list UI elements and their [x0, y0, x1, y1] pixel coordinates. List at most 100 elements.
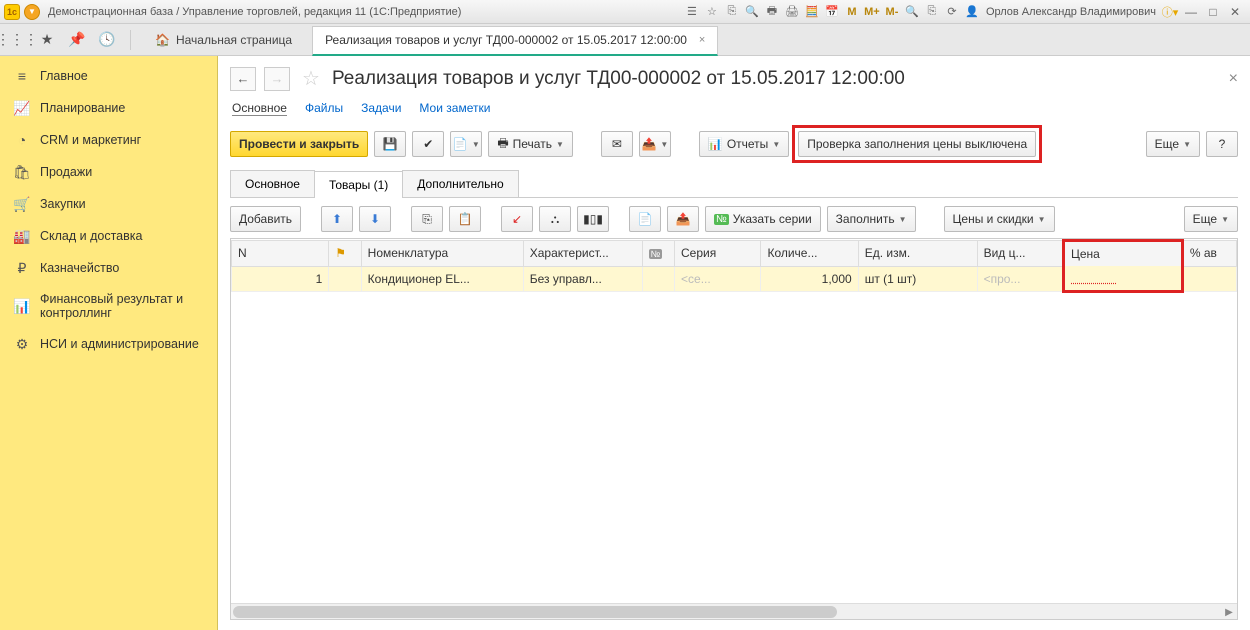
cell-nomenclature[interactable]: Кондиционер EL...	[361, 266, 523, 292]
sidebar-item-purchasing[interactable]: 🛒Закупки	[0, 188, 217, 220]
history-icon[interactable]: 🕓	[96, 29, 118, 51]
sidebar-item-planning[interactable]: 📈Планирование	[0, 92, 217, 124]
tab-extra[interactable]: Дополнительно	[402, 170, 518, 197]
window-title: Демонстрационная база / Управление торго…	[48, 6, 461, 18]
subtab-tasks[interactable]: Задачи	[361, 101, 401, 116]
create-based-button[interactable]: 📄▼	[450, 131, 482, 157]
sidebar-item-main[interactable]: ≡Главное	[0, 60, 217, 92]
sidebar-item-treasury[interactable]: ₽Казначейство	[0, 252, 217, 284]
barcode-button[interactable]: ▮▯▮	[577, 206, 609, 232]
edo-button[interactable]: 📤▼	[639, 131, 671, 157]
tb-icon-2[interactable]: ☆	[703, 4, 721, 20]
col-flag[interactable]: ⚑	[329, 241, 361, 267]
fill-button[interactable]: Заполнить▼	[827, 206, 916, 232]
maximize-button[interactable]: □	[1202, 4, 1224, 20]
col-characteristic[interactable]: Характерист...	[523, 241, 642, 267]
cell-kind[interactable]: <про...	[977, 266, 1063, 292]
subtab-files[interactable]: Файлы	[305, 101, 343, 116]
cell-n[interactable]: 1	[232, 266, 329, 292]
col-qty[interactable]: Количе...	[761, 241, 858, 267]
email-button[interactable]: ✉	[601, 131, 633, 157]
close-button[interactable]: ✕	[1224, 4, 1246, 20]
col-price[interactable]: Цена	[1064, 241, 1183, 267]
post-button[interactable]: ✔	[412, 131, 444, 157]
cell-characteristic[interactable]: Без управл...	[523, 266, 642, 292]
sidebar-item-finance[interactable]: 📊Финансовый результат и контроллинг	[0, 284, 217, 328]
info-icon[interactable]: ⓘ▾	[1161, 4, 1179, 20]
more-button[interactable]: Еще▼	[1146, 131, 1200, 157]
close-doc-button[interactable]: ×	[1229, 70, 1238, 88]
nav-forward-button[interactable]: →	[264, 67, 290, 91]
tb-icon-print[interactable]: 🖶	[763, 4, 781, 20]
doc-action1-button[interactable]: 📄	[629, 206, 661, 232]
subtab-main[interactable]: Основное	[232, 101, 287, 116]
cell-price[interactable]	[1064, 266, 1183, 292]
move-up-button[interactable]: ⬆	[321, 206, 353, 232]
tb-icon-calc[interactable]: 🧮	[803, 4, 821, 20]
table-more-button[interactable]: Еще▼	[1184, 206, 1238, 232]
sidebar-item-sales[interactable]: 🛍Продажи	[0, 156, 217, 188]
add-row-button[interactable]: Добавить	[230, 206, 301, 232]
mail-icon: ✉	[612, 137, 622, 151]
star-icon[interactable]: ★	[36, 29, 58, 51]
move-down-button[interactable]: ⬇	[359, 206, 391, 232]
cell-series-icon[interactable]	[642, 266, 674, 292]
save-button[interactable]: 💾	[374, 131, 406, 157]
series-button[interactable]: №Указать серии	[705, 206, 821, 232]
sidebar-item-nsi[interactable]: ⚙НСИ и администрирование	[0, 328, 217, 360]
col-unit[interactable]: Ед. изм.	[858, 241, 977, 267]
zoom-icon[interactable]: 🔍	[903, 4, 921, 20]
m-minus-button[interactable]: M-	[883, 4, 901, 20]
sidebar-item-crm[interactable]: ◔CRM и маркетинг	[0, 124, 217, 156]
menu-icon: ≡	[14, 68, 30, 84]
table-row[interactable]: 1 Кондиционер EL... Без управл... <се...…	[232, 266, 1237, 292]
cell-pctav[interactable]	[1182, 266, 1236, 292]
col-pctav[interactable]: % ав	[1182, 241, 1236, 267]
col-series-icon[interactable]: №	[642, 241, 674, 267]
subtab-notes[interactable]: Мои заметки	[419, 101, 490, 116]
doc-action2-button[interactable]: 📤	[667, 206, 699, 232]
refresh-icon[interactable]: ⟳	[943, 4, 961, 20]
cell-flag[interactable]	[329, 266, 361, 292]
prices-discounts-button[interactable]: Цены и скидки▼	[944, 206, 1055, 232]
close-tab-icon[interactable]: ×	[699, 34, 705, 46]
apps-icon[interactable]: ⋮⋮⋮	[6, 29, 28, 51]
tb-icon-3[interactable]: ⎘	[723, 4, 741, 20]
horizontal-scrollbar[interactable]: ◀ ▶	[231, 603, 1237, 619]
tab-goods[interactable]: Товары (1)	[314, 171, 403, 198]
tb-icon-4[interactable]: 🔍	[743, 4, 761, 20]
col-series[interactable]: Серия	[675, 241, 761, 267]
tb-icon-print2[interactable]: 🖨	[783, 4, 801, 20]
tb-icon-calendar[interactable]: 📅	[823, 4, 841, 20]
sidebar-item-warehouse[interactable]: 🏭Склад и доставка	[0, 220, 217, 252]
split-button[interactable]: ⛬	[539, 206, 571, 232]
price-check-button[interactable]: Проверка заполнения цены выключена	[798, 131, 1036, 157]
reports-button[interactable]: 📊Отчеты▼	[699, 131, 789, 157]
paste-row-button[interactable]: 📋	[449, 206, 481, 232]
tab-main[interactable]: Основное	[230, 170, 315, 197]
tb-icon-1[interactable]: ☰	[683, 4, 701, 20]
cell-series[interactable]: <се...	[675, 266, 761, 292]
pin-icon[interactable]: 📌	[66, 29, 88, 51]
home-tab[interactable]: 🏠 Начальная страница	[143, 24, 304, 56]
print-button[interactable]: 🖶Печать▼	[488, 131, 573, 157]
cell-unit[interactable]: шт (1 шт)	[858, 266, 977, 292]
m-button[interactable]: M	[843, 4, 861, 20]
col-kind[interactable]: Вид ц...	[977, 241, 1063, 267]
favorite-star-icon[interactable]: ☆	[302, 66, 320, 91]
col-nomenclature[interactable]: Номенклатура	[361, 241, 523, 267]
minimize-button[interactable]: —	[1180, 4, 1202, 20]
dropdown-icon[interactable]: ▼	[24, 4, 40, 20]
m-plus-button[interactable]: M+	[863, 4, 881, 20]
scroll-right-icon[interactable]: ▶	[1221, 604, 1237, 620]
document-tab[interactable]: Реализация товаров и услуг ТД00-000002 о…	[312, 26, 718, 56]
nav-back-button[interactable]: ←	[230, 67, 256, 91]
col-n[interactable]: N	[232, 241, 329, 267]
copy-row-button[interactable]: ⎘	[411, 206, 443, 232]
help-button[interactable]: ?	[1206, 131, 1238, 157]
copy-icon[interactable]: ⎘	[923, 4, 941, 20]
cell-qty[interactable]: 1,000	[761, 266, 858, 292]
import-button[interactable]: ↙	[501, 206, 533, 232]
post-and-close-button[interactable]: Провести и закрыть	[230, 131, 368, 157]
scrollbar-thumb[interactable]	[233, 606, 837, 618]
